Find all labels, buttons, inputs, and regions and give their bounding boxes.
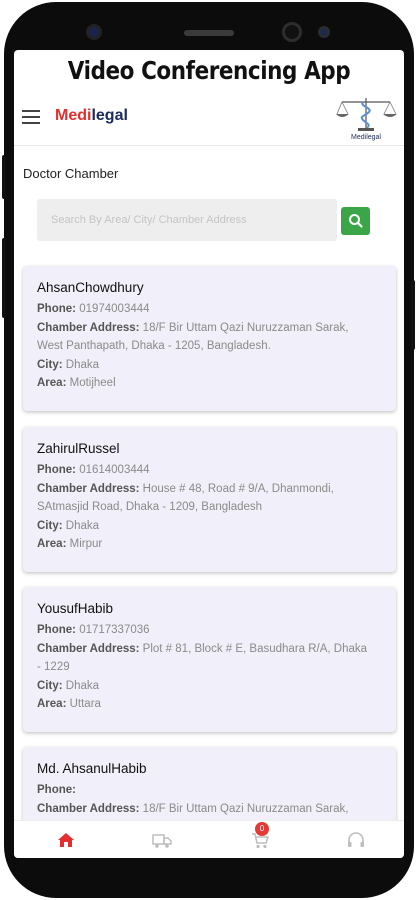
phone-speaker	[184, 30, 234, 36]
home-icon[interactable]	[55, 829, 77, 851]
address-value: 18/F Bir Uttam Qazi Nuruzzaman Sarak,	[142, 321, 349, 334]
phone-value: 01974003444	[79, 303, 150, 315]
cart-badge: 0	[255, 822, 269, 836]
address-row: Chamber Address: Plot # 81, Block # E, B…	[37, 640, 382, 659]
doctor-name: Md. AhsanulHabib	[37, 761, 147, 776]
search-input[interactable]	[37, 199, 337, 241]
phone-camera	[282, 22, 302, 42]
phone-row: Phone: 01614003444	[37, 461, 382, 480]
phone-side-button	[2, 238, 6, 318]
address-label: Chamber Address:	[37, 802, 140, 815]
city-row: City: Dhaka	[37, 517, 382, 536]
city-label: City:	[37, 679, 63, 692]
doctor-card[interactable]: ZahirulRussel Phone: 01614003444 Chamber…	[23, 427, 396, 572]
address-value: 18/F Bir Uttam Qazi Nuruzzaman Sarak,	[142, 802, 349, 815]
city-label: City:	[37, 519, 63, 532]
app-bar: Medilegal Medilegal	[14, 90, 404, 146]
bottom-nav: 0	[14, 820, 404, 858]
phone-row: Phone:	[37, 781, 382, 800]
phone-label: Phone:	[37, 464, 76, 476]
city-label: City:	[37, 358, 63, 371]
brand-part-legal: legal	[91, 107, 128, 124]
address-row: Chamber Address: 18/F Bir Uttam Qazi Nur…	[37, 319, 382, 338]
address-line-2: SAtmasjid Road, Dhaka - 1209, Bangladesh	[37, 501, 263, 513]
address-label: Chamber Address:	[37, 642, 140, 655]
scales-logo-icon: Medilegal	[336, 98, 397, 141]
brand-part-medi: Medi	[55, 107, 92, 124]
address-line-2: West Panthapath, Dhaka - 1205, Banglades…	[37, 340, 271, 352]
phone-label: Phone:	[37, 784, 76, 796]
search-button[interactable]	[341, 207, 370, 235]
banner-title: Video Conferencing App	[67, 56, 351, 85]
address-row: Chamber Address: House # 48, Road # 9/A,…	[37, 480, 382, 499]
phone-row: Phone: 01717337036	[37, 621, 382, 640]
logo-caption: Medilegal	[351, 134, 381, 141]
hamburger-icon[interactable]	[22, 110, 40, 124]
address-value: House # 48, Road # 9/A, Dhanmondi,	[142, 482, 334, 495]
phone-side-button	[411, 280, 415, 350]
doctor-name: YousufHabib	[37, 601, 114, 616]
phone-label: Phone:	[37, 624, 76, 636]
city-row: City: Dhaka	[37, 356, 382, 375]
area-label: Area:	[37, 538, 67, 550]
phone-sensor	[86, 24, 102, 40]
doctor-card[interactable]: YousufHabib Phone: 01717337036 Chamber A…	[23, 587, 396, 732]
doctor-name: ZahirulRussel	[37, 441, 120, 456]
city-value: Dhaka	[65, 519, 100, 532]
search-icon	[349, 214, 363, 228]
app-screen: Video Conferencing App Medilegal Medileg…	[14, 50, 404, 858]
address-line-2: - 1229	[37, 661, 70, 673]
headset-icon[interactable]	[345, 829, 367, 851]
area-label: Area:	[37, 377, 67, 389]
brand-title: Medilegal	[55, 107, 128, 125]
phone-label: Phone:	[37, 303, 76, 315]
phone-side-button	[2, 155, 6, 199]
phone-sensor	[318, 26, 330, 38]
address-value: Plot # 81, Block # E, Basudhara R/A, Dha…	[142, 642, 368, 655]
area-row: Area: Motijheel	[37, 374, 382, 393]
phone-row: Phone: 01974003444	[37, 300, 382, 319]
address-label: Chamber Address:	[37, 482, 140, 495]
address-label: Chamber Address:	[37, 321, 140, 334]
area-label: Area:	[37, 698, 67, 710]
area-row: Area: Uttara	[37, 695, 382, 714]
phone-value: 01614003444	[79, 464, 150, 476]
address-row: Chamber Address: 18/F Bir Uttam Qazi Nur…	[37, 800, 382, 819]
city-value: Dhaka	[65, 679, 100, 692]
doctor-name: AhsanChowdhury	[37, 280, 144, 295]
page-title: Doctor Chamber	[23, 166, 119, 181]
doctor-card[interactable]: AhsanChowdhury Phone: 01974003444 Chambe…	[23, 266, 396, 411]
truck-icon[interactable]	[151, 829, 173, 851]
city-value: Dhaka	[65, 358, 100, 371]
area-value: Uttara	[69, 698, 101, 710]
phone-value: 01717337036	[79, 624, 150, 636]
area-row: Area: Mirpur	[37, 535, 382, 554]
area-value: Motijheel	[69, 377, 116, 389]
city-row: City: Dhaka	[37, 677, 382, 696]
area-value: Mirpur	[69, 538, 103, 550]
